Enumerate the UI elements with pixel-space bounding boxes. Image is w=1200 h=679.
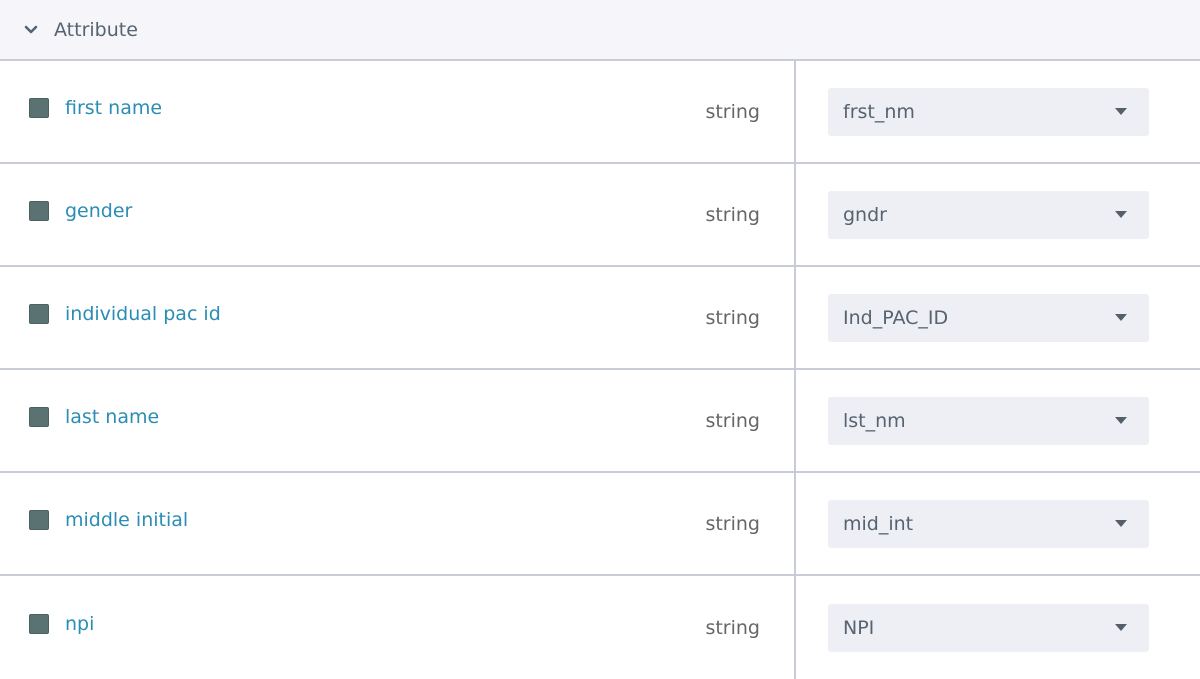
attribute-type: string	[705, 409, 760, 432]
attribute-list: first name string frst_nm gender string …	[0, 61, 1200, 679]
mapping-select[interactable]: mid_int	[828, 499, 1149, 548]
attribute-checkbox[interactable]	[29, 200, 49, 221]
attribute-type: string	[705, 306, 760, 329]
attribute-row: first name string frst_nm	[0, 61, 1200, 164]
caret-down-icon	[1115, 211, 1127, 218]
mapping-select-value: gndr	[843, 203, 887, 226]
attribute-name-link[interactable]: last name	[65, 406, 159, 428]
attribute-type: string	[705, 512, 760, 535]
attribute-row: middle initial string mid_int	[0, 473, 1200, 576]
attribute-row: gender string gndr	[0, 164, 1200, 267]
attribute-row: individual pac id string Ind_PAC_ID	[0, 267, 1200, 370]
attribute-name-link[interactable]: first name	[65, 97, 162, 119]
attribute-name-link[interactable]: npi	[65, 613, 94, 635]
caret-down-icon	[1115, 314, 1127, 321]
attribute-type: string	[705, 616, 760, 639]
mapping-select[interactable]: Ind_PAC_ID	[828, 293, 1149, 342]
attribute-row: last name string lst_nm	[0, 370, 1200, 473]
attribute-name-link[interactable]: gender	[65, 200, 132, 222]
mapping-select-value: lst_nm	[843, 409, 906, 432]
attribute-section-header[interactable]: Attribute	[0, 0, 1200, 61]
attribute-checkbox[interactable]	[29, 97, 49, 118]
attribute-checkbox[interactable]	[29, 509, 49, 530]
attribute-type: string	[705, 100, 760, 123]
caret-down-icon	[1115, 624, 1127, 631]
attribute-checkbox[interactable]	[29, 303, 49, 324]
mapping-select[interactable]: NPI	[828, 603, 1149, 652]
attribute-checkbox[interactable]	[29, 613, 49, 634]
attribute-name-link[interactable]: middle initial	[65, 509, 188, 531]
mapping-select[interactable]: gndr	[828, 190, 1149, 239]
section-title: Attribute	[54, 18, 138, 41]
chevron-down-icon[interactable]	[24, 23, 38, 37]
attribute-type: string	[705, 203, 760, 226]
mapping-select-value: mid_int	[843, 512, 914, 535]
mapping-select-value: Ind_PAC_ID	[843, 306, 949, 329]
attribute-checkbox[interactable]	[29, 406, 49, 427]
caret-down-icon	[1115, 417, 1127, 424]
mapping-select[interactable]: lst_nm	[828, 396, 1149, 445]
attribute-name-link[interactable]: individual pac id	[65, 303, 221, 325]
mapping-select[interactable]: frst_nm	[828, 87, 1149, 136]
attribute-row: npi string NPI	[0, 576, 1200, 679]
mapping-select-value: frst_nm	[843, 100, 915, 123]
mapping-select-value: NPI	[843, 616, 875, 639]
caret-down-icon	[1115, 108, 1127, 115]
caret-down-icon	[1115, 520, 1127, 527]
